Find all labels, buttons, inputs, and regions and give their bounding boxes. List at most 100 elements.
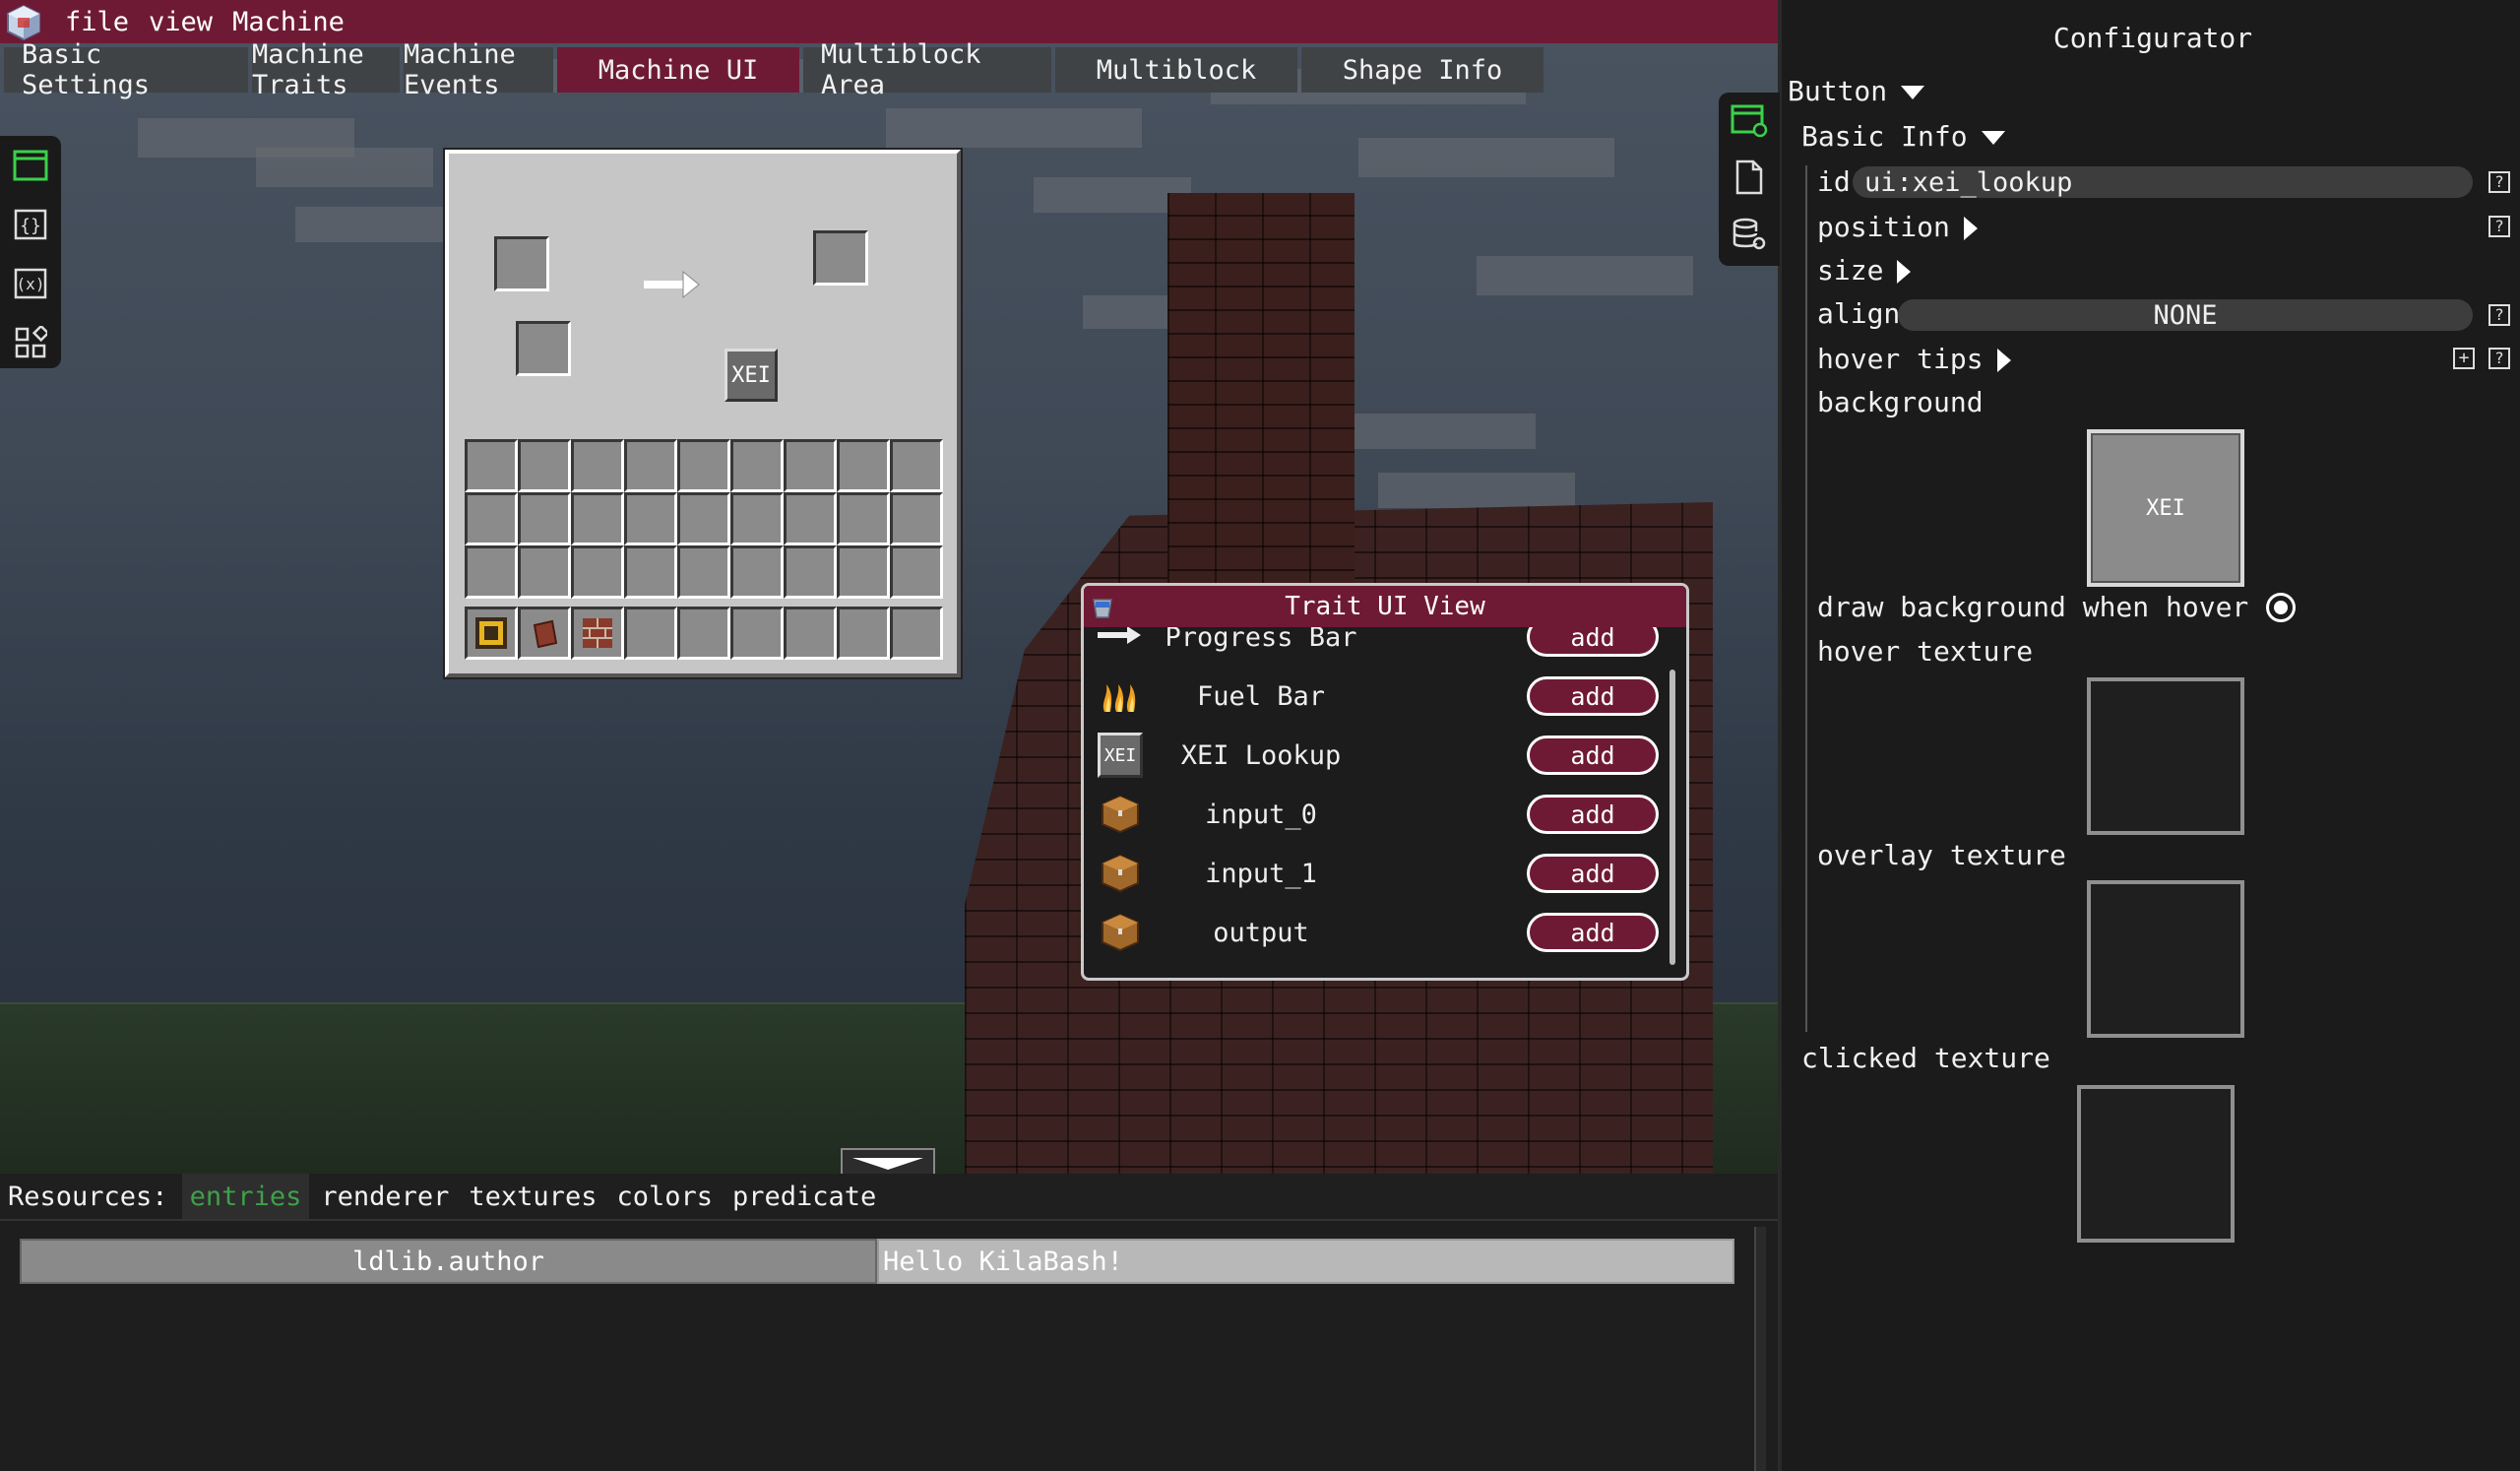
add-input-1-button[interactable]: add [1527,854,1659,893]
add-input-0-button[interactable]: add [1527,795,1659,834]
resources-scrollbar[interactable] [1754,1227,1766,1471]
inventory-slot[interactable] [730,492,784,545]
menu-file[interactable]: file [65,7,129,37]
widgets-grid-icon [15,326,47,358]
basic-info-section[interactable]: Basic Info [1801,120,2005,153]
resource-tab-textures[interactable]: textures [461,1174,604,1219]
hotbar-slot[interactable] [465,607,518,660]
tab-multiblock-area[interactable]: Multiblock Area [803,39,1051,100]
align-select[interactable]: NONE [1898,299,2473,331]
machine-ui-canvas[interactable]: XEI [445,150,961,677]
clicked-texture-slot[interactable] [2077,1085,2235,1243]
collapse-resources-button[interactable] [841,1148,935,1176]
tab-machine-traits[interactable]: Machine Traits [252,39,400,100]
tool-variable-button[interactable]: (x) [11,264,50,303]
hotbar-slot[interactable] [677,607,730,660]
inventory-slot[interactable] [837,492,890,545]
tool-widgets-button[interactable] [11,323,50,362]
hotbar-slot[interactable] [837,607,890,660]
hotbar-slot[interactable] [624,607,677,660]
xei-lookup-button[interactable]: XEI [724,349,778,402]
inventory-slot[interactable] [677,492,730,545]
size-row[interactable]: size [1817,254,1912,287]
help-icon[interactable]: ? [2488,171,2510,193]
inventory-slot[interactable] [890,545,943,599]
hotbar-slot[interactable] [571,607,624,660]
inventory-slot[interactable] [518,439,571,492]
entry-row[interactable]: ldlib.author Hello KilaBash! [20,1239,1734,1284]
inventory-slot[interactable] [571,492,624,545]
entry-value[interactable]: Hello KilaBash! [877,1239,1734,1284]
tool-ui-settings-button[interactable] [1730,100,1769,140]
entry-key[interactable]: ldlib.author [20,1239,877,1284]
background-texture-preview[interactable]: XEI [2087,429,2244,587]
inventory-slot[interactable] [518,545,571,599]
trait-list-scrollbar[interactable] [1670,670,1675,965]
input-slot-0[interactable] [494,236,549,291]
progress-arrow-icon[interactable] [644,270,703,299]
inventory-slot[interactable] [465,492,518,545]
hotbar-slot[interactable] [890,607,943,660]
inventory-slot[interactable] [730,439,784,492]
output-slot[interactable] [813,230,868,286]
resources-panel: ldlib.author Hello KilaBash! [0,1219,1778,1471]
tab-basic-settings[interactable]: Basic Settings [4,39,248,100]
inventory-slot[interactable] [624,545,677,599]
resource-tab-renderer[interactable]: renderer [313,1174,457,1219]
trait-view-title-bar[interactable]: Trait UI View [1084,586,1686,627]
add-output-button[interactable]: add [1527,913,1659,952]
inventory-slot[interactable] [837,545,890,599]
help-icon[interactable]: ? [2488,304,2510,326]
inventory-slot[interactable] [624,492,677,545]
inventory-slot[interactable] [730,545,784,599]
resource-tab-colors[interactable]: colors [608,1174,721,1219]
inventory-slot[interactable] [518,492,571,545]
overlay-texture-slot[interactable] [2087,880,2244,1038]
resource-tab-predicate[interactable]: predicate [724,1174,884,1219]
inventory-slot[interactable] [677,545,730,599]
inventory-slot[interactable] [677,439,730,492]
position-row[interactable]: position [1817,211,1978,243]
tool-file-button[interactable] [1730,158,1769,197]
add-fuel-bar-button[interactable]: add [1527,676,1659,716]
tab-machine-events[interactable]: Machine Events [404,39,553,100]
inventory-slot[interactable] [890,439,943,492]
inventory-slot[interactable] [465,545,518,599]
add-progress-bar-button[interactable]: add [1527,627,1659,657]
inventory-slot[interactable] [784,492,837,545]
inventory-slot[interactable] [890,492,943,545]
tool-window-button[interactable] [11,146,50,185]
menu-machine[interactable]: Machine [232,7,345,37]
trait-row-input-0: input_0 add [1084,785,1674,844]
inventory-slot[interactable] [784,439,837,492]
hover-tips-row[interactable]: hover tips [1817,343,2011,375]
tab-multiblock[interactable]: Multiblock [1055,47,1297,93]
help-icon[interactable]: ? [2488,216,2510,237]
hover-texture-slot[interactable] [2087,677,2244,835]
inventory-slot[interactable] [624,439,677,492]
inventory-slot[interactable] [465,439,518,492]
menu-view[interactable]: view [149,7,213,37]
resource-tab-entries[interactable]: entries [181,1174,310,1219]
inventory-slot[interactable] [571,439,624,492]
help-icon[interactable]: ? [2488,348,2510,369]
id-field[interactable]: ui:xei_lookup [1853,166,2473,198]
inventory-slot[interactable] [837,439,890,492]
tab-machine-ui[interactable]: Machine UI [557,47,799,93]
hotbar-slot[interactable] [784,607,837,660]
variable-icon: (x) [14,268,47,299]
draw-bg-toggle[interactable] [2266,593,2296,622]
position-label: position [1817,211,1950,243]
tool-braces-button[interactable]: {} [11,205,50,244]
tab-shape-info[interactable]: Shape Info [1301,47,1544,93]
tool-database-button[interactable] [1730,215,1769,254]
inventory-slot[interactable] [571,545,624,599]
input-slot-1[interactable] [516,321,571,376]
add-tip-icon[interactable]: + [2453,348,2475,369]
add-xei-lookup-button[interactable]: add [1527,736,1659,775]
hotbar-slot[interactable] [518,607,571,660]
inventory-slot[interactable] [784,545,837,599]
widget-type-dropdown[interactable]: Button [1788,75,1925,107]
hotbar-slot[interactable] [730,607,784,660]
trait-list[interactable]: Progress Bar add Fuel Bar add XEI XEI Lo… [1084,627,1674,978]
